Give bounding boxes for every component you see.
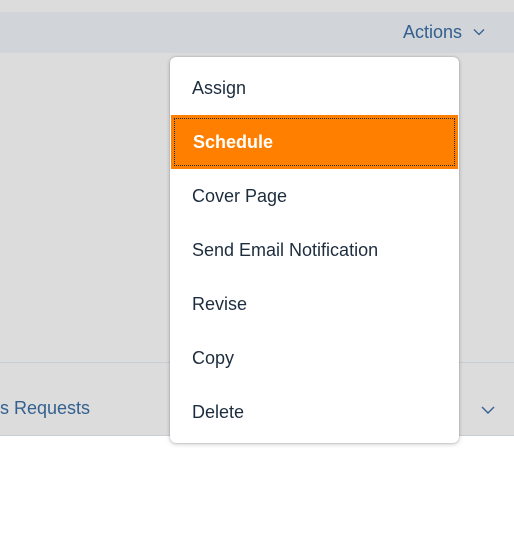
menu-item-delete[interactable]: Delete (170, 385, 459, 439)
tab-requests[interactable]: s Requests (0, 398, 90, 419)
menu-item-schedule[interactable]: Schedule (171, 115, 458, 169)
menu-item-label: Copy (192, 347, 235, 368)
menu-item-label: Send Email Notification (192, 239, 379, 260)
menu-item-cover-page[interactable]: Cover Page (170, 169, 459, 223)
actions-menu: Assign Schedule Cover Page Send Email No… (170, 57, 459, 443)
chevron-down-icon (473, 29, 485, 36)
menu-item-copy[interactable]: Copy (170, 331, 459, 385)
menu-item-send-email-notification[interactable]: Send Email Notification (170, 223, 459, 277)
menu-item-revise[interactable]: Revise (170, 277, 459, 331)
menu-item-label: Schedule (193, 131, 274, 152)
chevron-down-icon[interactable] (480, 402, 496, 418)
actions-button[interactable]: Actions (403, 20, 486, 44)
menu-item-label: Cover Page (192, 185, 288, 206)
menu-item-label: Delete (192, 401, 245, 422)
menu-item-label: Revise (192, 293, 248, 314)
actions-label: Actions (402, 21, 462, 42)
menu-item-label: Assign (192, 77, 247, 98)
menu-item-assign[interactable]: Assign (170, 61, 459, 115)
